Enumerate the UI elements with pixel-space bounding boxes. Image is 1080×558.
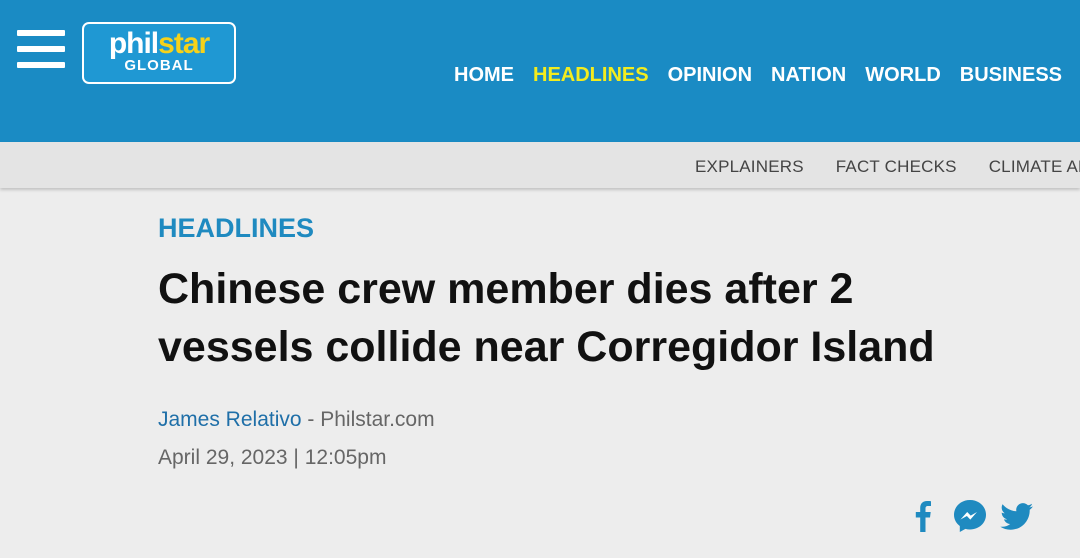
subnav-fact-checks[interactable]: FACT CHECKS — [836, 157, 957, 177]
author-link[interactable]: James Relativo — [158, 408, 302, 431]
messenger-icon[interactable] — [950, 496, 990, 536]
menu-icon[interactable] — [17, 30, 65, 68]
nav-nation[interactable]: NATION — [771, 63, 846, 87]
nav-world[interactable]: WORLD — [865, 63, 941, 87]
facebook-icon[interactable] — [903, 496, 943, 536]
logo-wordmark: philstar — [84, 28, 234, 60]
logo-phil-text: phil — [108, 27, 159, 60]
byline: James Relativo - Philstar.com — [158, 407, 435, 433]
secondary-nav: EXPLAINERS FACT CHECKS CLIMATE AN — [695, 157, 1080, 177]
nav-business[interactable]: BUSINESS — [960, 63, 1062, 87]
source-name: Philstar.com — [320, 408, 435, 431]
twitter-icon[interactable] — [997, 496, 1037, 536]
nav-headlines[interactable]: HEADLINES — [533, 63, 649, 87]
site-header: philstar GLOBAL HOME HEADLINES OPINION NATI… — [0, 0, 1080, 142]
byline-separator: - — [301, 408, 321, 431]
nav-home[interactable]: HOME — [454, 63, 514, 87]
subnav-explainers[interactable]: EXPLAINERS — [695, 157, 804, 177]
subnav-climate[interactable]: CLIMATE AN — [989, 157, 1080, 177]
logo-global-text: GLOBAL — [124, 57, 194, 74]
nav-opinion[interactable]: OPINION — [668, 63, 752, 87]
logo-star-text: star — [158, 27, 210, 60]
section-label[interactable]: HEADLINES — [158, 212, 314, 244]
philstar-logo[interactable]: philstar GLOBAL — [82, 22, 236, 84]
article-title: Chinese crew member dies after 2 vessels… — [158, 265, 935, 371]
main-nav: HOMEHEADLINESOPINIONNATIONWORLDBUSINESSS — [454, 63, 1080, 87]
publish-date: April 29, 2023 | 12:05pm — [158, 446, 387, 469]
secondary-nav-bar: EXPLAINERS FACT CHECKS CLIMATE AN — [0, 142, 1080, 188]
